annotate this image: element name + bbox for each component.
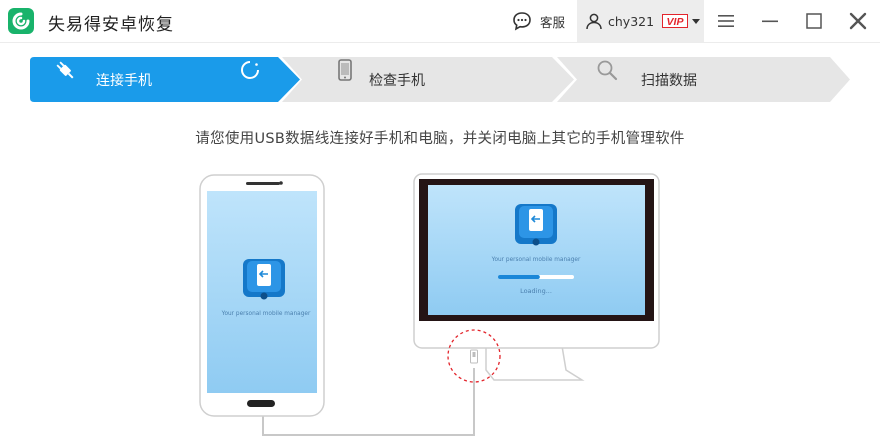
chevron-down-icon[interactable] [692,18,701,24]
vip-badge: VIP [662,14,689,28]
customer-service-button[interactable]: 客服 [512,9,565,33]
customer-service-label: 客服 [540,14,566,30]
step-arrows [30,57,850,102]
step-1-label: 连接手机 [96,73,152,89]
connection-illustration: Your personal mobile manager Your person… [199,173,660,436]
monitor-tagline: Your personal mobile manager [491,257,581,263]
loading-text: Loading... [520,287,552,295]
app-title: 失易得安卓恢复 [48,15,174,35]
step-2-background [282,57,574,102]
usb-plug-icon [56,61,74,79]
username: chy321 [608,13,655,29]
step-indicator: 连接手机 检查手机 扫描数据 [30,57,850,102]
magnifier-icon [597,60,618,81]
usb-connector-icon [470,349,478,364]
title-bar: 失易得安卓恢复 客服 chy321 VIP [0,0,880,43]
minimize-icon[interactable] [759,10,781,32]
phone-app-logo-icon [243,259,285,300]
maximize-icon[interactable] [803,10,825,32]
loading-spinner-icon [241,61,259,79]
chat-bubble-icon [513,12,531,31]
step-3-label: 扫描数据 [641,73,697,89]
user-account-menu[interactable]: chy321 VIP [577,0,704,42]
connection-instruction: 请您使用USB数据线连接好手机和电脑，并关闭电脑上其它的手机管理软件 [195,131,685,147]
phone-tagline: Your personal mobile manager [221,311,311,317]
phone-icon [338,59,352,81]
close-icon[interactable] [847,10,869,32]
monitor-app-logo-icon [515,204,557,246]
monitor-illustration: Your personal mobile manager Loading... [413,173,660,381]
step-2-label: 检查手机 [369,73,425,89]
vip-label: VIP [667,16,685,28]
menu-icon[interactable] [715,10,737,32]
phone-illustration: Your personal mobile manager [199,174,325,417]
app-logo-icon [8,8,34,34]
loading-progress-fill [498,275,540,279]
user-icon [586,13,602,30]
